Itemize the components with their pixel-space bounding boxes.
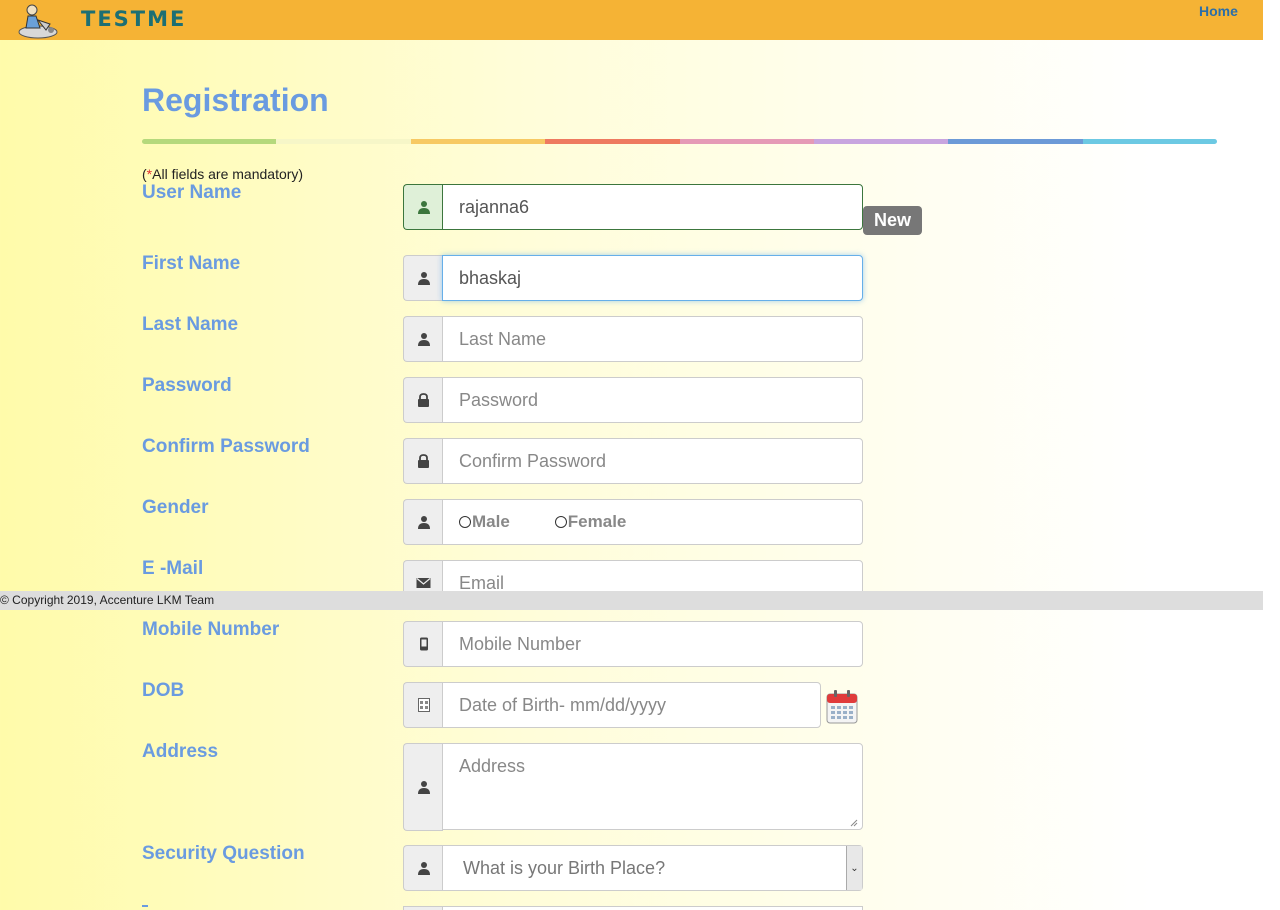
- address-textarea[interactable]: [442, 743, 863, 830]
- user-icon: [417, 333, 430, 346]
- gender-female-option[interactable]: Female: [554, 512, 627, 532]
- mobile-input[interactable]: [442, 621, 863, 667]
- color-divider-segment: [276, 139, 411, 144]
- top-navbar: TESTME Home: [0, 0, 1263, 40]
- female-label: Female: [567, 512, 627, 531]
- password-input[interactable]: [442, 377, 863, 423]
- dob-addon: [403, 682, 443, 728]
- color-divider-segment: [679, 139, 814, 144]
- lock-icon: [418, 393, 429, 407]
- page-title: Registration: [142, 82, 329, 118]
- new-badge: New: [863, 206, 922, 235]
- answer-label-partial: [142, 905, 148, 910]
- username-addon: [403, 184, 443, 230]
- lastname-input[interactable]: [442, 316, 863, 362]
- envelope-icon: [416, 578, 431, 588]
- male-radio[interactable]: [459, 516, 471, 528]
- color-divider-segment: [142, 139, 277, 144]
- user-icon: [417, 516, 430, 529]
- footer-copyright: © Copyright 2019, Accenture LKM Team: [0, 591, 1263, 610]
- password-label: Password: [142, 375, 232, 396]
- female-radio[interactable]: [554, 516, 567, 528]
- gender-options: Male Female: [442, 499, 863, 545]
- user-icon: [417, 201, 430, 214]
- confirm-password-input[interactable]: [442, 438, 863, 484]
- security-question-label: Security Question: [142, 843, 305, 864]
- chevron-down-icon[interactable]: ⌄: [846, 846, 862, 890]
- confirm-password-addon: [403, 438, 443, 484]
- user-icon: [417, 272, 430, 285]
- password-addon: [403, 377, 443, 423]
- firstname-label: First Name: [142, 253, 241, 274]
- address-addon: [403, 743, 443, 831]
- calendar-small-icon: [417, 698, 430, 712]
- lastname-addon: [403, 316, 443, 362]
- mobile-addon: [403, 621, 443, 667]
- firstname-addon: [403, 255, 443, 301]
- answer-input-partial[interactable]: [442, 906, 863, 910]
- color-divider: [142, 139, 1217, 144]
- logo-mascot-icon: [18, 4, 58, 39]
- color-divider-segment: [1082, 139, 1217, 144]
- email-label: E -Mail: [142, 558, 204, 579]
- gender-male-option[interactable]: Male: [459, 512, 510, 532]
- dob-label: DOB: [142, 680, 185, 701]
- home-link[interactable]: Home: [1199, 3, 1238, 19]
- security-question-addon: [403, 845, 443, 891]
- gender-addon: [403, 499, 443, 545]
- dob-input[interactable]: [442, 682, 821, 728]
- answer-addon-partial: [403, 906, 443, 910]
- resize-grip-icon[interactable]: [848, 817, 858, 827]
- username-label: User Name: [142, 182, 242, 203]
- phone-icon: [419, 637, 428, 651]
- mandatory-note: (*All fields are mandatory): [142, 166, 304, 182]
- security-question-selected: What is your Birth Place?: [463, 857, 666, 878]
- security-question-select[interactable]: What is your Birth Place? ⌄: [442, 845, 863, 891]
- color-divider-segment: [813, 139, 949, 144]
- gender-label: Gender: [142, 497, 209, 518]
- confirm-password-label: Confirm Password: [142, 436, 310, 457]
- user-icon: [417, 862, 430, 875]
- user-icon: [417, 781, 430, 794]
- male-label: Male: [472, 512, 510, 531]
- color-divider-segment: [410, 139, 546, 144]
- calendar-picker-icon[interactable]: [826, 690, 858, 724]
- lock-icon: [418, 454, 429, 468]
- color-divider-segment: [545, 139, 680, 144]
- lastname-label: Last Name: [142, 314, 239, 335]
- username-input[interactable]: [442, 184, 863, 230]
- logo-text: TESTME: [81, 7, 187, 31]
- mobile-label: Mobile Number: [142, 619, 280, 640]
- color-divider-segment: [948, 139, 1083, 144]
- address-label: Address: [142, 741, 219, 762]
- firstname-input[interactable]: [442, 255, 863, 301]
